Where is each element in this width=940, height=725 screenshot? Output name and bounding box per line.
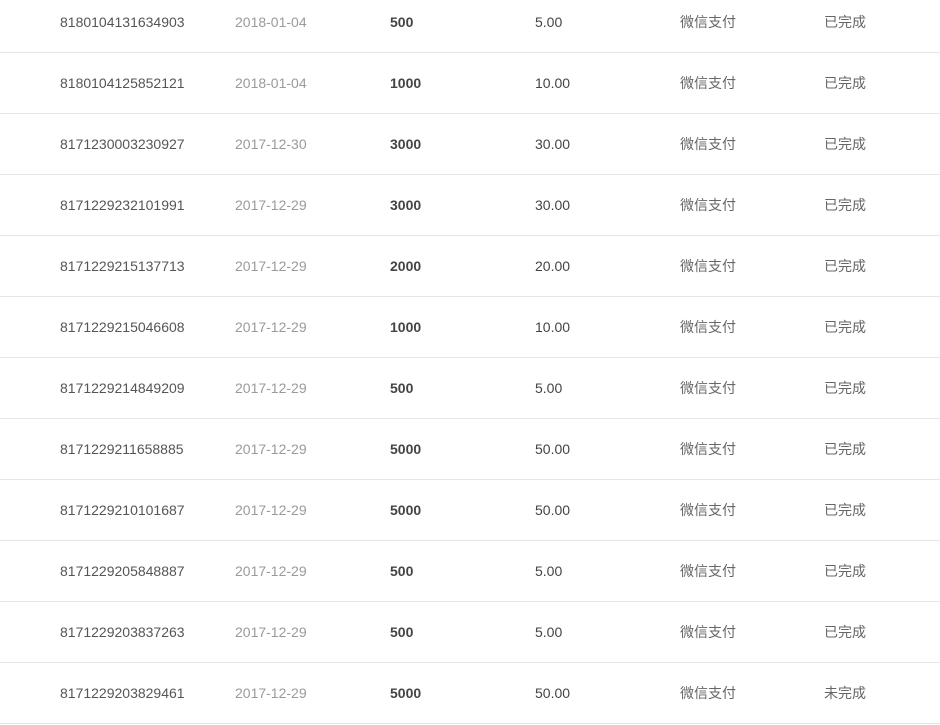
order-amount: 5.00 xyxy=(535,14,563,30)
order-points: 500 xyxy=(390,380,414,396)
order-date: 2017-12-29 xyxy=(235,319,307,335)
order-number: 8171229232101991 xyxy=(60,197,185,213)
order-number: 8171229214849209 xyxy=(60,380,185,396)
table-row: 8171229232101991 2017-12-29 3000 30.00 微… xyxy=(0,175,940,236)
table-row: 8171229210101687 2017-12-29 5000 50.00 微… xyxy=(0,480,940,541)
order-amount: 50.00 xyxy=(535,502,571,518)
order-points: 5000 xyxy=(390,502,422,518)
order-amount: 50.00 xyxy=(535,441,571,457)
order-date: 2018-01-04 xyxy=(235,75,307,91)
order-amount: 5.00 xyxy=(535,380,563,396)
payment-method: 微信支付 xyxy=(680,441,736,457)
table-row: 8171229215046608 2017-12-29 1000 10.00 微… xyxy=(0,297,940,358)
payment-method: 微信支付 xyxy=(680,14,736,30)
table-row: 8171229203837263 2017-12-29 500 5.00 微信支… xyxy=(0,602,940,663)
table-row: 8171229205848887 2017-12-29 500 5.00 微信支… xyxy=(0,541,940,602)
order-amount: 10.00 xyxy=(535,319,571,335)
order-status: 已完成 xyxy=(824,624,866,640)
order-amount: 5.00 xyxy=(535,563,563,579)
order-points: 3000 xyxy=(390,197,422,213)
order-status: 已完成 xyxy=(824,319,866,335)
table-row: 8180104131634903 2018-01-04 500 5.00 微信支… xyxy=(0,0,940,53)
order-table: 8180104131634903 2018-01-04 500 5.00 微信支… xyxy=(0,0,940,724)
order-number: 8171229210101687 xyxy=(60,502,185,518)
payment-method: 微信支付 xyxy=(680,624,736,640)
order-status: 已完成 xyxy=(824,75,866,91)
payment-method: 微信支付 xyxy=(680,319,736,335)
payment-method: 微信支付 xyxy=(680,502,736,518)
order-date: 2017-12-29 xyxy=(235,563,307,579)
payment-method: 微信支付 xyxy=(680,685,736,701)
order-number: 8171229203829461 xyxy=(60,685,185,701)
order-points: 500 xyxy=(390,563,414,579)
table-row: 8171229215137713 2017-12-29 2000 20.00 微… xyxy=(0,236,940,297)
payment-method: 微信支付 xyxy=(680,380,736,396)
order-date: 2017-12-29 xyxy=(235,258,307,274)
table-row: 8171230003230927 2017-12-30 3000 30.00 微… xyxy=(0,114,940,175)
order-status: 已完成 xyxy=(824,502,866,518)
order-number: 8171229205848887 xyxy=(60,563,185,579)
order-amount: 5.00 xyxy=(535,624,563,640)
order-number: 8171229215046608 xyxy=(60,319,185,335)
order-status: 未完成 xyxy=(824,685,866,701)
order-number: 8171229203837263 xyxy=(60,624,185,640)
order-date: 2017-12-29 xyxy=(235,502,307,518)
order-date: 2017-12-29 xyxy=(235,441,307,457)
order-date: 2017-12-29 xyxy=(235,197,307,213)
order-amount: 50.00 xyxy=(535,685,571,701)
order-date: 2017-12-29 xyxy=(235,624,307,640)
payment-method: 微信支付 xyxy=(680,75,736,91)
order-points: 500 xyxy=(390,14,414,30)
order-status: 已完成 xyxy=(824,380,866,396)
order-points: 500 xyxy=(390,624,414,640)
order-points: 1000 xyxy=(390,319,422,335)
order-points: 5000 xyxy=(390,441,422,457)
order-number: 8171229211658885 xyxy=(60,441,184,457)
order-number: 8171230003230927 xyxy=(60,136,185,152)
table-row: 8171229211658885 2017-12-29 5000 50.00 微… xyxy=(0,419,940,480)
order-number: 8180104125852121 xyxy=(60,75,185,91)
payment-method: 微信支付 xyxy=(680,563,736,579)
payment-method: 微信支付 xyxy=(680,136,736,152)
order-amount: 30.00 xyxy=(535,136,571,152)
order-status: 已完成 xyxy=(824,14,866,30)
order-date: 2017-12-29 xyxy=(235,685,307,701)
order-status: 已完成 xyxy=(824,563,866,579)
order-points: 5000 xyxy=(390,685,422,701)
table-row: 8171229214849209 2017-12-29 500 5.00 微信支… xyxy=(0,358,940,419)
table-row: 8180104125852121 2018-01-04 1000 10.00 微… xyxy=(0,53,940,114)
payment-method: 微信支付 xyxy=(680,258,736,274)
order-number: 8180104131634903 xyxy=(60,14,185,30)
order-points: 2000 xyxy=(390,258,422,274)
order-points: 3000 xyxy=(390,136,422,152)
order-status: 已完成 xyxy=(824,441,866,457)
order-amount: 30.00 xyxy=(535,197,571,213)
payment-method: 微信支付 xyxy=(680,197,736,213)
order-amount: 10.00 xyxy=(535,75,571,91)
order-status: 已完成 xyxy=(824,136,866,152)
order-number: 8171229215137713 xyxy=(60,258,185,274)
order-amount: 20.00 xyxy=(535,258,571,274)
order-date: 2017-12-30 xyxy=(235,136,307,152)
order-date: 2018-01-04 xyxy=(235,14,307,30)
order-points: 1000 xyxy=(390,75,422,91)
order-status: 已完成 xyxy=(824,258,866,274)
table-row: 8171229203829461 2017-12-29 5000 50.00 微… xyxy=(0,663,940,724)
order-status: 已完成 xyxy=(824,197,866,213)
order-date: 2017-12-29 xyxy=(235,380,307,396)
